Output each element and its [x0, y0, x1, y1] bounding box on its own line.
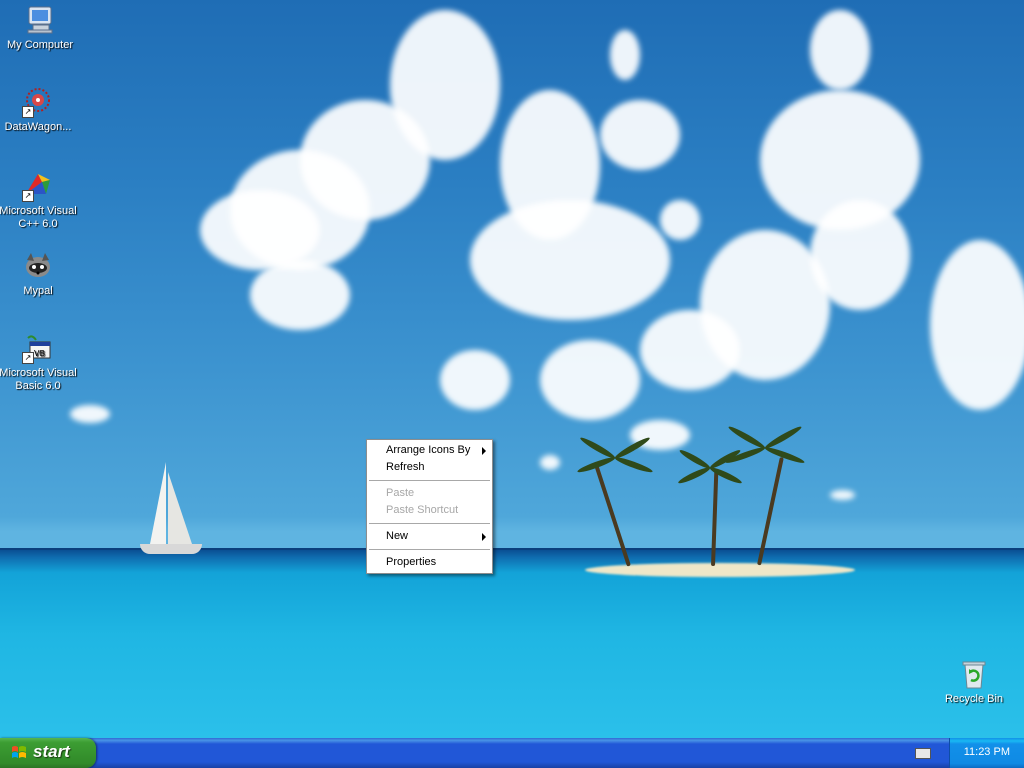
desktop-icon-datawagon[interactable]: ↗ DataWagon...: [0, 86, 78, 134]
taskbar[interactable]: start 11:23 PM: [0, 738, 1024, 768]
desktop-icon-visual-cpp[interactable]: ↗ Microsoft Visual C++ 6.0: [0, 170, 78, 231]
menu-item-paste-shortcut: Paste Shortcut: [367, 502, 492, 519]
menu-separator: [369, 549, 490, 550]
desktop-icon-visual-basic[interactable]: VB ↗ Microsoft Visual Basic 6.0: [0, 332, 78, 393]
shortcut-arrow-icon: ↗: [22, 106, 34, 118]
menu-item-paste: Paste: [367, 485, 492, 502]
menu-item-label: Paste Shortcut: [386, 504, 459, 516]
desktop[interactable]: My Computer ↗ DataWagon... ↗ Microsoft V…: [0, 0, 1024, 738]
menu-item-label: New: [386, 530, 409, 542]
svg-text:VB: VB: [34, 349, 45, 358]
recycle-bin-icon: [958, 658, 990, 690]
clock[interactable]: 11:23 PM: [964, 746, 1010, 758]
desktop-icon-label: Mypal: [23, 285, 53, 297]
menu-item-refresh[interactable]: Refresh: [367, 459, 492, 476]
visual-cpp-icon: ↗: [22, 170, 54, 202]
desktop-icon-my-computer[interactable]: My Computer: [0, 4, 80, 52]
desktop-icon-label: My Computer: [6, 39, 74, 51]
menu-item-label: Paste: [386, 487, 415, 499]
my-computer-icon: [24, 4, 56, 36]
windows-logo-icon: [11, 745, 27, 761]
menu-separator: [369, 480, 490, 481]
keyboard-icon[interactable]: [915, 748, 931, 759]
datawagon-icon: ↗: [22, 86, 54, 118]
menu-item-label: Arrange Icons By: [386, 444, 471, 456]
desktop-context-menu: Arrange Icons By Refresh Paste Paste Sho…: [366, 439, 493, 574]
mypal-icon: [22, 250, 54, 282]
menu-item-properties[interactable]: Properties: [367, 554, 492, 571]
desktop-icon-mypal[interactable]: Mypal: [0, 250, 78, 298]
desktop-icon-label: Microsoft Visual C++ 6.0: [0, 205, 77, 230]
submenu-arrow-icon: [482, 533, 486, 541]
desktop-icon-label: Recycle Bin: [944, 693, 1004, 705]
system-tray: 11:23 PM: [949, 738, 1024, 768]
start-button[interactable]: start: [0, 738, 96, 768]
shortcut-arrow-icon: ↗: [22, 190, 34, 202]
start-label: start: [33, 742, 70, 761]
submenu-arrow-icon: [482, 447, 486, 455]
desktop-icon-label: Microsoft Visual Basic 6.0: [0, 367, 77, 392]
menu-item-arrange-icons-by[interactable]: Arrange Icons By: [367, 442, 492, 459]
desktop-icon-label: DataWagon...: [4, 121, 72, 133]
shortcut-arrow-icon: ↗: [22, 352, 34, 364]
visual-basic-icon: VB ↗: [22, 332, 54, 364]
menu-separator: [369, 523, 490, 524]
desktop-icon-recycle-bin[interactable]: Recycle Bin: [934, 658, 1014, 706]
menu-item-label: Properties: [386, 556, 437, 568]
menu-item-new[interactable]: New: [367, 528, 492, 545]
menu-item-label: Refresh: [386, 461, 425, 473]
